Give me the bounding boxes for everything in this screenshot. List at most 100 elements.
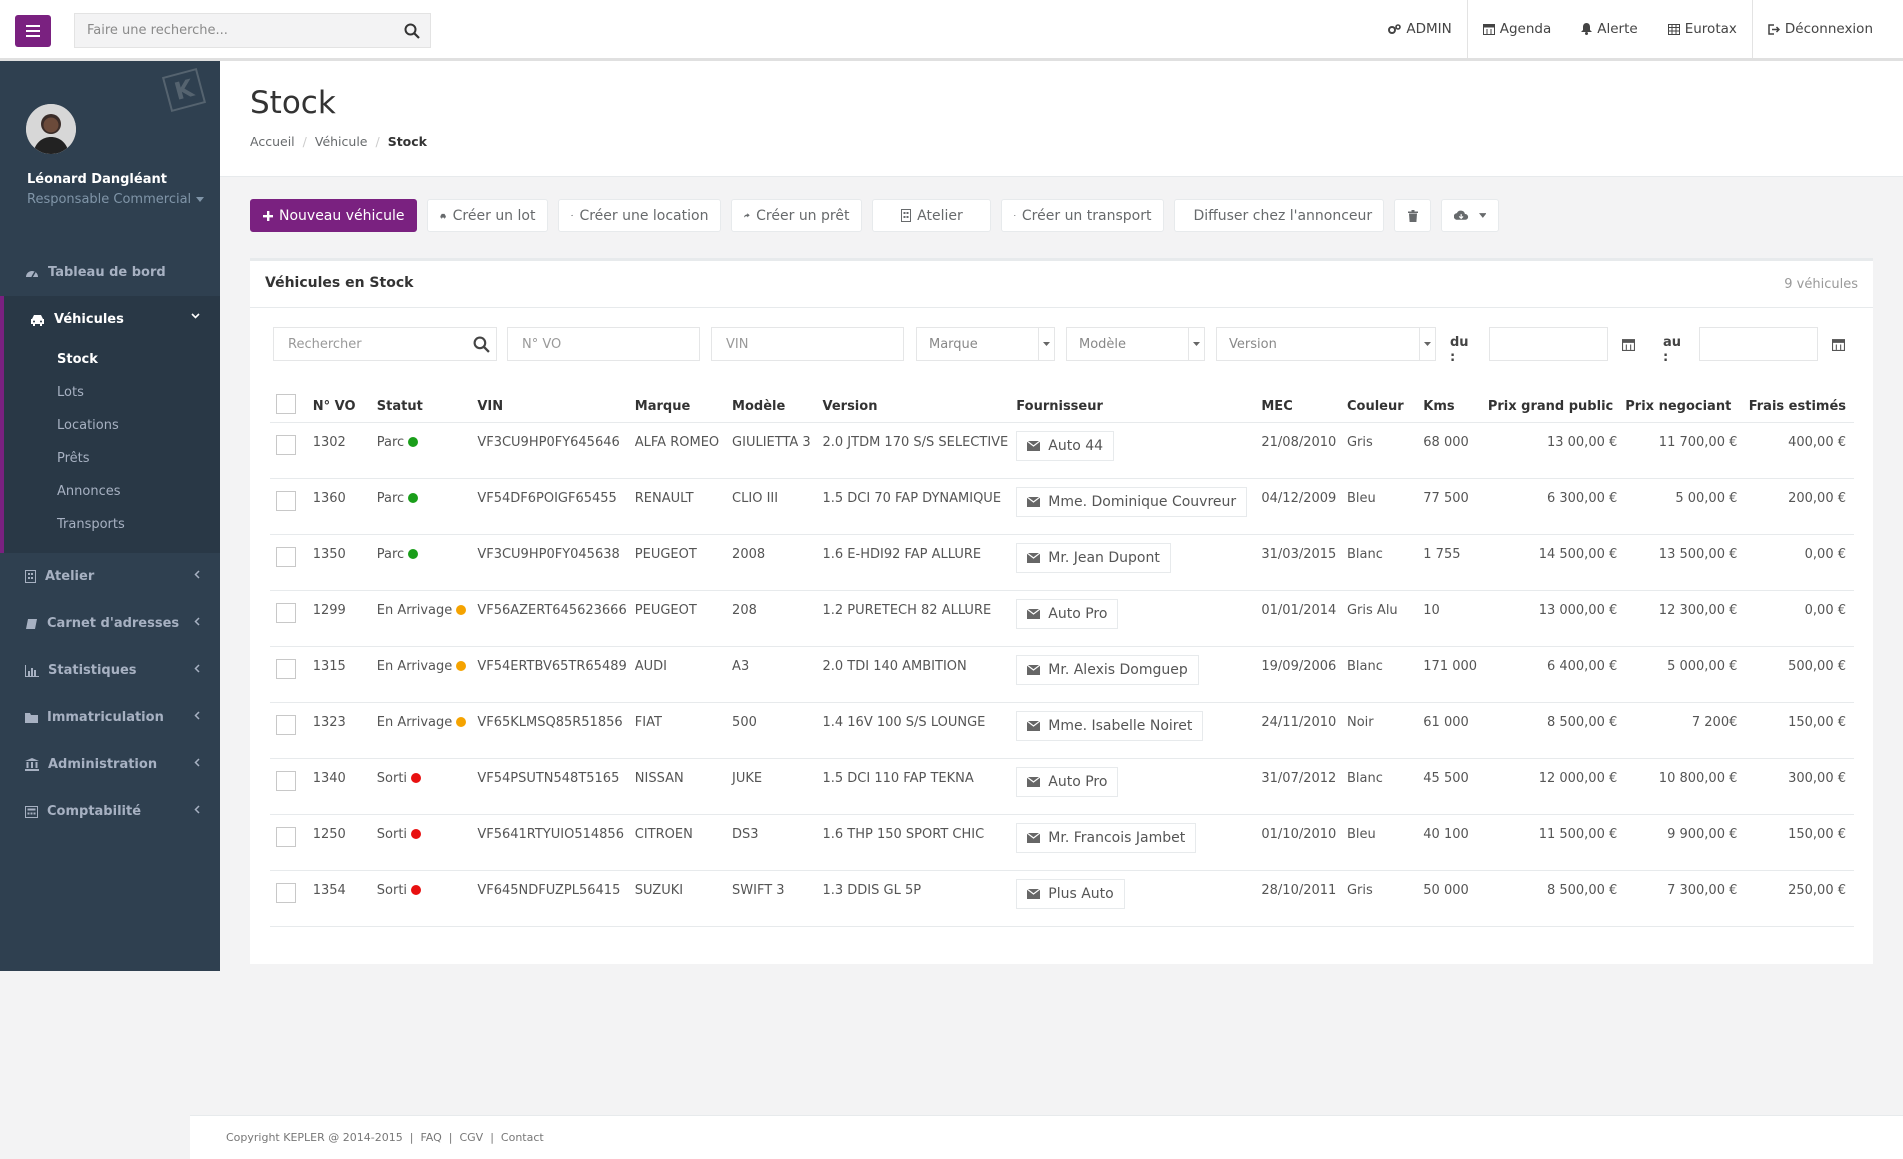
- row-checkbox[interactable]: [276, 882, 296, 903]
- table-row[interactable]: 1360 Parc VF54DF6POIGF65455 RENAULT CLIO III…: [270, 478, 1854, 535]
- row-checkbox[interactable]: [276, 826, 296, 847]
- breadcrumb-accueil[interactable]: Accueil: [250, 134, 295, 149]
- sidebar-menu: Tableau de bord Véhicules Stock Lots Loc…: [0, 249, 220, 835]
- cell-prix-public: 8 500,00 €: [1483, 702, 1622, 759]
- sidebar-subitem-annonces[interactable]: Annonces: [4, 475, 220, 508]
- filter-date-to-input[interactable]: [1699, 327, 1818, 361]
- filter-version-select[interactable]: Version: [1216, 327, 1436, 361]
- cell-modele: DS3: [728, 814, 819, 871]
- delete-button[interactable]: [1394, 199, 1432, 232]
- table-row[interactable]: 1299 En Arrivage VF56AZERT645623666 PEUGEOT…: [270, 590, 1854, 647]
- supplier-contact-button[interactable]: Mme. Isabelle Noiret: [1016, 710, 1204, 741]
- create-location-button[interactable]: Créer une location: [558, 199, 722, 232]
- user-name[interactable]: Léonard Dangléant: [27, 172, 167, 187]
- search-icon[interactable]: [394, 23, 430, 39]
- global-search[interactable]: Faire une recherche...: [74, 13, 431, 48]
- cell-marque: NISSAN: [630, 758, 729, 815]
- admin-link[interactable]: ADMIN: [1373, 0, 1466, 58]
- supplier-contact-button[interactable]: Auto Pro: [1016, 598, 1119, 629]
- footer-link-faq[interactable]: FAQ: [420, 1131, 441, 1144]
- sidebar-item-atelier[interactable]: Atelier: [0, 553, 220, 600]
- sidebar-subitem-transports[interactable]: Transports: [4, 508, 220, 541]
- select-all-checkbox[interactable]: [276, 394, 296, 415]
- search-icon[interactable]: [473, 336, 490, 353]
- breadcrumb-vehicule[interactable]: Véhicule: [315, 134, 368, 149]
- sidebar-subitem-locations[interactable]: Locations: [4, 409, 220, 442]
- filter-vin-input[interactable]: VIN: [711, 327, 904, 361]
- supplier-contact-button[interactable]: Auto 44: [1016, 430, 1115, 461]
- diffuser-button[interactable]: Diffuser chez l'annonceur: [1174, 199, 1385, 232]
- col-modele[interactable]: Modèle: [728, 391, 819, 423]
- supplier-contact-button[interactable]: Mr. Jean Dupont: [1016, 542, 1171, 573]
- table-row[interactable]: 1315 En Arrivage VF54ERTBV65TR65489 AUDI A3 2…: [270, 646, 1854, 703]
- filter-date-from-input[interactable]: [1489, 327, 1608, 361]
- sidebar-item-statistiques[interactable]: Statistiques: [0, 647, 220, 694]
- supplier-contact-button[interactable]: Plus Auto: [1016, 878, 1125, 909]
- table-row[interactable]: 1302 Parc VF3CU9HP0FY645646 ALFA ROMEO GIULI…: [270, 422, 1854, 479]
- atelier-button[interactable]: Atelier: [872, 199, 992, 232]
- new-vehicle-button[interactable]: Nouveau véhicule: [250, 199, 418, 232]
- create-lot-button[interactable]: Créer un lot: [427, 199, 549, 232]
- col-couleur[interactable]: Couleur: [1342, 391, 1420, 423]
- sidebar-item-administration[interactable]: Administration: [0, 741, 220, 788]
- user-role-dropdown[interactable]: Responsable Commercial: [27, 192, 205, 207]
- agenda-link[interactable]: Agenda: [1466, 0, 1567, 58]
- filter-search-input[interactable]: Rechercher: [273, 327, 497, 361]
- avatar[interactable]: [26, 104, 76, 154]
- supplier-contact-button[interactable]: Mr. Alexis Domguep: [1016, 654, 1199, 685]
- table-row[interactable]: 1323 En Arrivage VF65KLMSQ85R51856 FIAT 500 1…: [270, 702, 1854, 759]
- col-fournisseur[interactable]: Fournisseur: [1012, 391, 1258, 423]
- filter-marque-select[interactable]: Marque: [916, 327, 1055, 361]
- create-pret-button[interactable]: Créer un prêt: [731, 199, 863, 232]
- row-checkbox[interactable]: [276, 658, 296, 679]
- sidebar-subitem-lots[interactable]: Lots: [4, 376, 220, 409]
- footer-link-contact[interactable]: Contact: [501, 1131, 544, 1144]
- row-checkbox[interactable]: [276, 714, 296, 735]
- row-select-cell: [270, 478, 309, 535]
- row-checkbox[interactable]: [276, 490, 296, 511]
- table-row[interactable]: 1354 Sorti VF645NDFUZPL56415 SUZUKI SWIFT 31…: [270, 870, 1854, 927]
- sidebar-item-carnet[interactable]: Carnet d'adresses: [0, 600, 220, 647]
- col-vo[interactable]: N° VO: [308, 391, 373, 423]
- sidebar-item-comptabilite[interactable]: Comptabilité: [0, 788, 220, 835]
- menu-toggle-button[interactable]: [15, 15, 51, 47]
- col-marque[interactable]: Marque: [630, 391, 729, 423]
- envelope-icon: [1027, 608, 1041, 619]
- cell-fournisseur: Mme. Dominique Couvreur: [1012, 478, 1258, 535]
- filter-vo-input[interactable]: N° VO: [507, 327, 700, 361]
- col-version[interactable]: Version: [818, 391, 1013, 423]
- date-to-calendar-button[interactable]: [1818, 327, 1858, 361]
- eurotax-link[interactable]: Eurotax: [1653, 0, 1752, 58]
- col-prix-public[interactable]: Prix grand public: [1483, 391, 1622, 423]
- supplier-contact-button[interactable]: Auto Pro: [1016, 766, 1119, 797]
- cloud-dropdown-button[interactable]: [1441, 199, 1500, 232]
- footer-link-cgv[interactable]: CGV: [459, 1131, 483, 1144]
- table-row[interactable]: 1350 Parc VF3CU9HP0FY045638 PEUGEOT 2008 1.6 …: [270, 534, 1854, 591]
- col-prix-negociant[interactable]: Prix negociant: [1621, 391, 1742, 423]
- col-mec[interactable]: MEC: [1257, 391, 1343, 423]
- create-transport-button[interactable]: Créer un transport: [1001, 199, 1165, 232]
- filter-modele-select[interactable]: Modèle: [1066, 327, 1205, 361]
- row-checkbox[interactable]: [276, 434, 296, 455]
- alerte-link[interactable]: Alerte: [1566, 0, 1652, 58]
- global-search-input[interactable]: Faire une recherche...: [75, 23, 394, 38]
- col-kms[interactable]: Kms: [1419, 391, 1484, 423]
- row-checkbox[interactable]: [276, 546, 296, 567]
- table-row[interactable]: 1250 Sorti VF5641RTYUIO514856 CITROEN DS3 1.6…: [270, 814, 1854, 871]
- logout-link[interactable]: Déconnexion: [1751, 0, 1903, 58]
- sidebar-subitem-stock[interactable]: Stock: [4, 343, 220, 376]
- cell-mec: 31/03/2015: [1257, 534, 1343, 591]
- sidebar-subitem-prets[interactable]: Prêts: [4, 442, 220, 475]
- row-checkbox[interactable]: [276, 602, 296, 623]
- col-frais[interactable]: Frais estimés: [1741, 391, 1854, 423]
- date-from-calendar-button[interactable]: [1608, 327, 1648, 361]
- col-vin[interactable]: VIN: [473, 391, 631, 423]
- sidebar-item-immatriculation[interactable]: Immatriculation: [0, 694, 220, 741]
- col-statut[interactable]: Statut: [372, 391, 474, 423]
- sidebar-item-vehicules[interactable]: Véhicules: [4, 296, 220, 343]
- sidebar-item-dashboard[interactable]: Tableau de bord: [0, 249, 220, 296]
- row-checkbox[interactable]: [276, 770, 296, 791]
- table-row[interactable]: 1340 Sorti VF54PSUTN548T5165 NISSAN JUKE 1.5 …: [270, 758, 1854, 815]
- supplier-contact-button[interactable]: Mme. Dominique Couvreur: [1016, 486, 1248, 517]
- supplier-contact-button[interactable]: Mr. Francois Jambet: [1016, 822, 1197, 853]
